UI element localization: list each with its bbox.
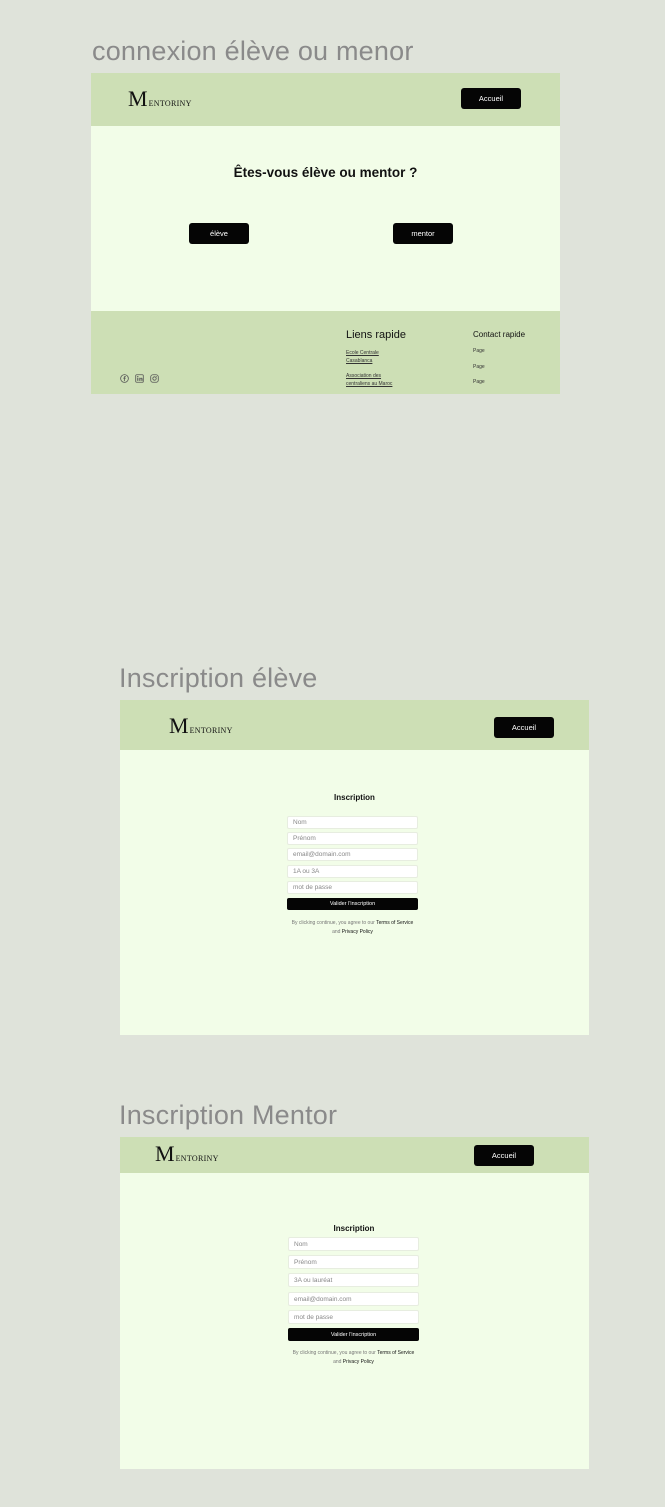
- password-input[interactable]: mot de passe: [288, 1310, 419, 1324]
- nom-input[interactable]: Nom: [288, 1237, 419, 1251]
- email-input[interactable]: email@domain.com: [287, 848, 418, 861]
- logo[interactable]: M ENTORINY: [128, 88, 192, 110]
- logo-rest: ENTORINY: [175, 1154, 219, 1163]
- inscription-mentor-frame: M ENTORINY Accueil Inscription Nom Prénom…: [120, 1137, 589, 1469]
- accueil-button[interactable]: Accueil: [474, 1145, 534, 1166]
- terms-text: By clicking continue, you agree to our T…: [288, 1349, 419, 1366]
- level-input[interactable]: 1A ou 3A: [287, 865, 418, 878]
- nom-input[interactable]: Nom: [287, 816, 418, 829]
- linkedin-icon[interactable]: [135, 370, 144, 383]
- form-title: Inscription: [334, 793, 375, 802]
- logo[interactable]: M ENTORINY: [155, 1143, 219, 1165]
- footer-link-association[interactable]: Association des centraliens au Maroc: [346, 372, 406, 388]
- password-input[interactable]: mot de passe: [287, 881, 418, 894]
- prenom-input[interactable]: Prénom: [288, 1255, 419, 1269]
- header: M ENTORINY Accueil: [120, 700, 589, 750]
- frame-title-connexion: connexion élève ou menor: [92, 36, 414, 66]
- level-input[interactable]: 3A ou lauréat: [288, 1273, 419, 1287]
- terms-and: and: [332, 928, 341, 935]
- terms-prefix: By clicking continue, you agree to our: [292, 1350, 376, 1356]
- quick-links-title: Liens rapide: [346, 329, 406, 341]
- contact-item[interactable]: Page: [473, 348, 485, 354]
- terms-of-service-link[interactable]: Terms of Service: [376, 920, 413, 926]
- terms-prefix: By clicking continue, you agree to our: [291, 920, 375, 926]
- accueil-button[interactable]: Accueil: [494, 717, 554, 738]
- role-question: Êtes-vous élève ou mentor ?: [233, 165, 418, 180]
- frame-title-inscription-eleve: Inscription élève: [119, 663, 318, 693]
- terms-and: and: [333, 1358, 342, 1365]
- frame-title-inscription-mentor: Inscription Mentor: [119, 1100, 338, 1130]
- contact-item[interactable]: Page: [473, 364, 485, 370]
- logo-initial: M: [169, 713, 189, 738]
- eleve-button[interactable]: élève: [189, 223, 249, 244]
- connexion-frame: M ENTORINY Accueil Êtes-vous élève ou men…: [91, 73, 560, 394]
- footer-link-centrale[interactable]: Ecole Centrale Casablanca: [346, 349, 406, 365]
- footer: Liens rapide Ecole Centrale Casablanca A…: [91, 311, 560, 394]
- logo-rest: ENTORINY: [148, 99, 192, 108]
- accueil-button[interactable]: Accueil: [461, 88, 521, 109]
- form-title: Inscription: [333, 1224, 375, 1233]
- logo-initial: M: [155, 1141, 175, 1166]
- facebook-icon[interactable]: [120, 370, 129, 383]
- submit-button[interactable]: Valider l'inscription: [288, 1328, 419, 1341]
- submit-button[interactable]: Valider l'inscription: [287, 898, 418, 910]
- header: M ENTORINY Accueil: [91, 73, 560, 126]
- social-icons: [120, 370, 159, 383]
- terms-of-service-link[interactable]: Terms of Service: [377, 1350, 414, 1356]
- privacy-policy-link[interactable]: Privacy Policy: [342, 929, 373, 935]
- logo[interactable]: M ENTORINY: [169, 715, 233, 737]
- terms-text: By clicking continue, you agree to our T…: [287, 919, 418, 936]
- inscription-eleve-frame: M ENTORINY Accueil Inscription Nom Prénom…: [120, 700, 589, 1035]
- instagram-icon[interactable]: [150, 370, 159, 383]
- email-input[interactable]: email@domain.com: [288, 1292, 419, 1306]
- logo-rest: ENTORINY: [189, 726, 233, 735]
- contact-item[interactable]: Page: [473, 379, 485, 385]
- header: M ENTORINY Accueil: [120, 1137, 589, 1173]
- logo-initial: M: [128, 86, 148, 111]
- contact-title: Contact rapide: [473, 330, 526, 339]
- privacy-policy-link[interactable]: Privacy Policy: [343, 1359, 374, 1365]
- mentor-button[interactable]: mentor: [393, 223, 453, 244]
- prenom-input[interactable]: Prénom: [287, 832, 418, 845]
